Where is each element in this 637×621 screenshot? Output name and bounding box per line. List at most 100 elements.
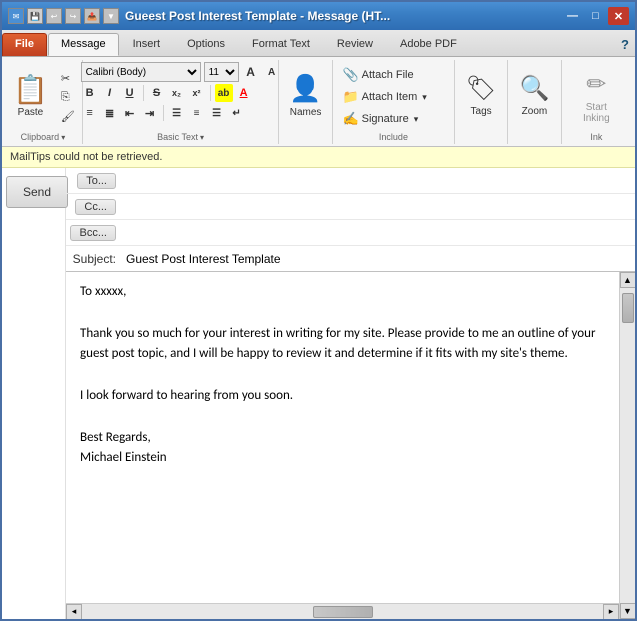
highlight-button[interactable]: ab xyxy=(215,84,233,102)
ink-group-footer: Ink xyxy=(568,132,625,142)
redo-icon[interactable]: ↪ xyxy=(65,8,81,24)
cut-icon: ✂ xyxy=(61,72,70,85)
basic-text-expand-icon[interactable]: ▾ xyxy=(200,133,204,142)
tags-group-footer xyxy=(461,128,501,142)
hscroll-left-button[interactable]: ◂ xyxy=(66,604,82,620)
ink-group-label: Ink xyxy=(590,132,602,142)
tab-format-text[interactable]: Format Text xyxy=(239,33,323,56)
attach-file-label: Attach File xyxy=(362,69,414,81)
clipboard-expand-icon[interactable]: ▾ xyxy=(61,133,65,142)
maximize-button[interactable]: □ xyxy=(585,7,606,25)
include-group: 📎 Attach File 📁 Attach Item ▾ ✍ Signatur… xyxy=(335,60,455,144)
clipboard-group-footer: Clipboard ▾ xyxy=(10,132,76,142)
tab-options[interactable]: Options xyxy=(174,33,238,56)
hscroll-thumb[interactable] xyxy=(313,606,373,618)
format-painter-icon: 🖌 xyxy=(61,110,75,123)
rtl-button[interactable]: ↵ xyxy=(228,104,246,122)
hscroll-right-button[interactable]: ▸ xyxy=(603,604,619,620)
cc-label-area: Cc... xyxy=(66,199,122,215)
start-inking-button[interactable]: ✏ Start Inking xyxy=(568,64,625,130)
to-input[interactable] xyxy=(122,172,635,190)
font-size-increase-button[interactable]: A xyxy=(242,63,260,81)
italic-button[interactable]: I xyxy=(101,84,119,102)
tab-file[interactable]: File xyxy=(2,33,47,56)
tags-label: Tags xyxy=(471,106,492,117)
align-left-button[interactable]: ☰ xyxy=(168,104,186,122)
clipboard-group: 📋 Paste ✂ ⎘ 🖌 xyxy=(6,60,83,144)
basic-text-group: Calibri (Body) 11 A A B I U S xyxy=(85,60,279,144)
message-body[interactable]: To xxxxx, Thank you so much for your int… xyxy=(66,272,619,603)
align-buttons-row: ≡ ≣ ⇤ ⇥ ☰ ≡ ☰ ↵ xyxy=(81,104,246,122)
ink-group: ✏ Start Inking Ink xyxy=(564,60,631,144)
to-button[interactable]: To... xyxy=(77,173,116,189)
send-button[interactable]: Send xyxy=(6,176,68,208)
zoom-button[interactable]: 🔍 Zoom xyxy=(512,62,556,128)
undo-icon[interactable]: ↩ xyxy=(46,8,62,24)
quick-save-icon[interactable]: 💾 xyxy=(27,8,43,24)
ribbon-tab-bar: File Message Insert Options Format Text … xyxy=(2,30,635,57)
strikethrough-button[interactable]: S xyxy=(148,84,166,102)
tab-insert[interactable]: Insert xyxy=(120,33,174,56)
format-painter-button[interactable]: 🖌 xyxy=(57,108,79,125)
copy-button[interactable]: ⎘ xyxy=(57,89,79,106)
include-group-content: 📎 Attach File 📁 Attach Item ▾ ✍ Signatur… xyxy=(338,62,448,132)
tags-button[interactable]: 🏷 Tags xyxy=(459,62,503,128)
attach-item-button[interactable]: 📁 Attach Item ▾ xyxy=(338,87,448,107)
to-label-area: To... xyxy=(66,173,122,189)
help-button[interactable]: ? xyxy=(615,33,635,56)
underline-button[interactable]: U xyxy=(121,84,139,102)
tab-adobe-pdf[interactable]: Adobe PDF xyxy=(387,33,470,56)
attach-item-icon: 📁 xyxy=(342,89,358,105)
attach-file-button[interactable]: 📎 Attach File xyxy=(338,65,448,85)
signature-dropdown-icon[interactable]: ▾ xyxy=(414,114,419,125)
align-center-button[interactable]: ≡ xyxy=(188,104,206,122)
bcc-button[interactable]: Bcc... xyxy=(70,225,116,241)
font-size-select[interactable]: 11 xyxy=(204,62,239,82)
cc-input[interactable] xyxy=(122,198,635,216)
send-receive-icon[interactable]: 📤 xyxy=(84,8,100,24)
increase-indent-button[interactable]: ⇥ xyxy=(141,104,159,122)
font-color-button[interactable]: A xyxy=(235,84,253,102)
horizontal-scrollbar: ◂ ▸ xyxy=(66,603,619,619)
superscript-button[interactable]: x² xyxy=(188,84,206,102)
subject-input[interactable] xyxy=(122,250,635,268)
minimize-button[interactable]: — xyxy=(562,7,583,25)
tab-message[interactable]: Message xyxy=(48,33,119,56)
font-size-decrease-button[interactable]: A xyxy=(263,63,281,81)
cut-button[interactable]: ✂ xyxy=(57,70,79,87)
attach-file-icon: 📎 xyxy=(342,67,358,83)
numbering-button[interactable]: ≣ xyxy=(101,104,119,122)
vertical-scrollbar: ▲ ▼ xyxy=(619,272,635,619)
hscroll-track xyxy=(82,604,603,619)
vscroll-thumb[interactable] xyxy=(622,293,634,323)
compose-area: MailTips could not be retrieved. Send To… xyxy=(2,147,635,619)
vscroll-up-button[interactable]: ▲ xyxy=(620,272,636,288)
paste-icon: 📋 xyxy=(13,76,48,104)
decrease-indent-button[interactable]: ⇤ xyxy=(121,104,139,122)
to-row: To... xyxy=(66,168,635,194)
bcc-input[interactable] xyxy=(122,224,635,242)
tab-review[interactable]: Review xyxy=(324,33,386,56)
paste-button[interactable]: 📋 Paste xyxy=(7,64,54,130)
font-family-select[interactable]: Calibri (Body) xyxy=(81,62,201,82)
vscroll-down-button[interactable]: ▼ xyxy=(620,603,636,619)
copy-icon: ⎘ xyxy=(61,91,70,104)
subscript-button[interactable]: x₂ xyxy=(168,84,186,102)
format-separator-1 xyxy=(143,85,144,101)
window-title: Gueest Post Interest Template - Message … xyxy=(125,9,562,23)
align-right-button[interactable]: ☰ xyxy=(208,104,226,122)
attach-item-label: Attach Item xyxy=(362,91,418,103)
close-button[interactable]: ✕ xyxy=(608,7,629,25)
names-button[interactable]: 👤 Names xyxy=(283,62,327,128)
attach-item-dropdown-icon[interactable]: ▾ xyxy=(422,92,427,103)
ribbon-content-area: 📋 Paste ✂ ⎘ 🖌 xyxy=(2,57,635,146)
cc-button[interactable]: Cc... xyxy=(75,199,116,215)
ribbon: File Message Insert Options Format Text … xyxy=(2,30,635,147)
signature-button[interactable]: ✍ Signature ▾ xyxy=(338,109,448,129)
bold-button[interactable]: B xyxy=(81,84,99,102)
bullets-button[interactable]: ≡ xyxy=(81,104,99,122)
mailtips-text: MailTips could not be retrieved. xyxy=(10,151,162,163)
bcc-row: Bcc... xyxy=(66,220,635,246)
subject-row: Subject: xyxy=(66,246,635,272)
customize-icon[interactable]: ▼ xyxy=(103,8,119,24)
